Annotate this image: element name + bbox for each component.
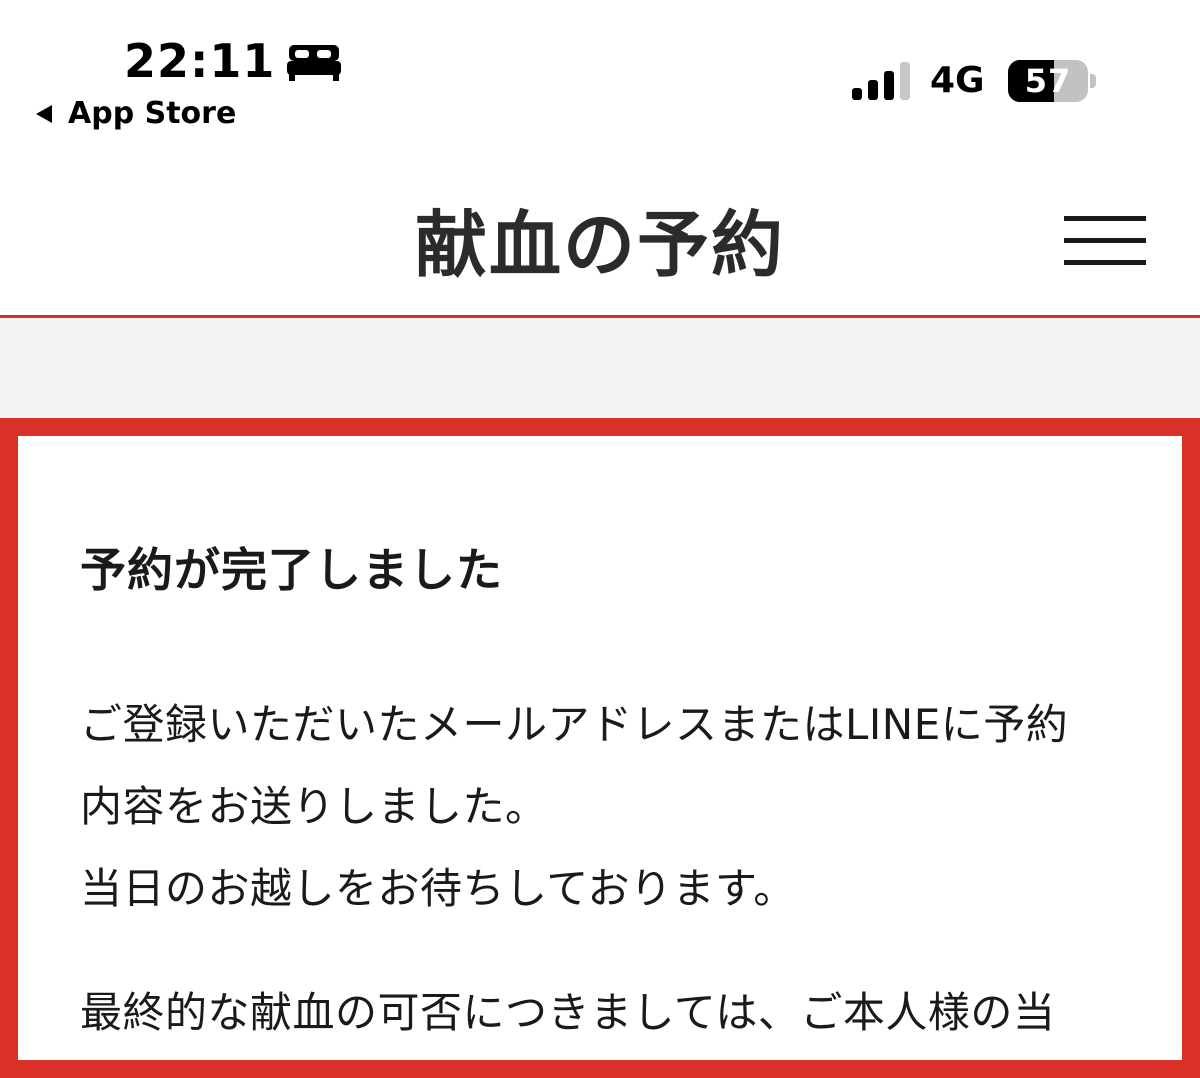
back-arrow-icon (36, 104, 52, 123)
network-type: 4G (930, 60, 985, 101)
battery-cap (1090, 74, 1096, 88)
status-bar: 22:11 App Store 4G 57 (0, 0, 1200, 160)
menu-line (1064, 260, 1146, 265)
menu-line (1064, 238, 1146, 243)
page-title: 献血の予約 (414, 203, 785, 287)
battery-body: 57 (1008, 60, 1088, 102)
hamburger-menu-icon[interactable] (1060, 212, 1150, 268)
bed-icon (287, 45, 342, 81)
clock-group: 22:11 (124, 34, 342, 88)
battery-level: 57 (1024, 62, 1072, 100)
eligibility-notice: 最終的な献血の可否につきましては、ご本人様の当 (80, 988, 1056, 1037)
battery-icon: 57 (1008, 60, 1096, 102)
completion-heading: 予約が完了しました (80, 543, 503, 597)
spacer-band (0, 318, 1200, 418)
cellular-signal-icon (852, 62, 910, 100)
back-label: App Store (68, 96, 237, 131)
confirmation-message: ご登録いただいたメールアドレスまたはLINEに予約 内容をお送りしました。 当日… (80, 700, 1069, 913)
menu-line (1064, 216, 1146, 221)
clock: 22:11 (124, 34, 276, 88)
app-header: 献血の予約 (0, 160, 1200, 318)
back-to-app-store[interactable]: App Store (36, 96, 236, 131)
reservation-complete-card: 予約が完了しました ご登録いただいたメールアドレスまたはLINEに予約 内容をお… (0, 418, 1200, 1078)
